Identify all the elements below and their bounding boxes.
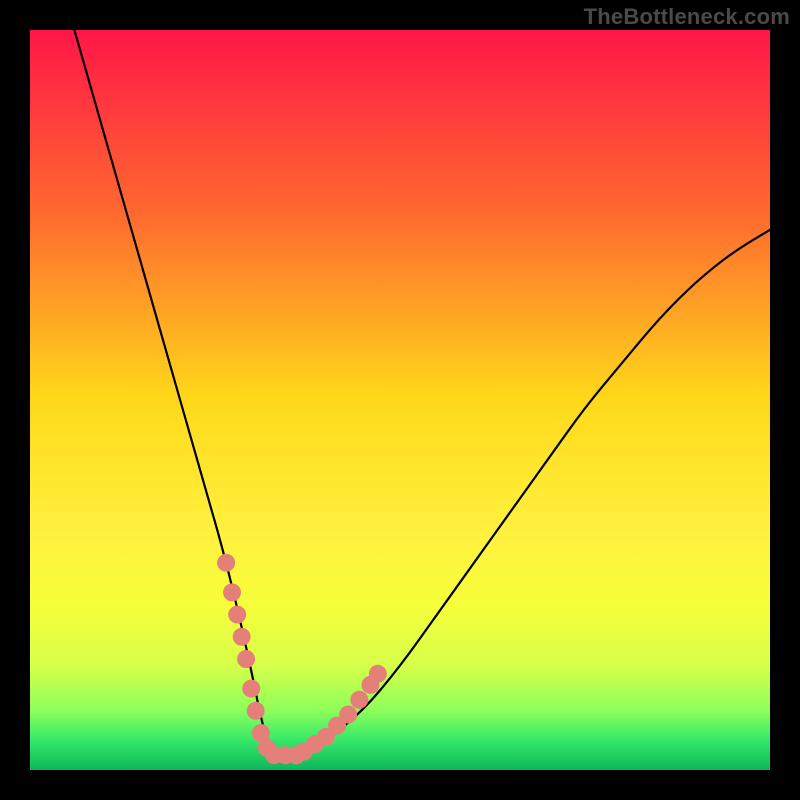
- highlight-dot: [242, 680, 260, 698]
- highlight-dot: [217, 554, 235, 572]
- highlight-dot: [223, 583, 241, 601]
- highlight-dot: [237, 650, 255, 668]
- highlight-dot: [233, 628, 251, 646]
- gradient-background: [30, 30, 770, 770]
- highlight-dot: [247, 702, 265, 720]
- chart-frame: TheBottleneck.com: [0, 0, 800, 800]
- highlight-dot: [228, 606, 246, 624]
- highlight-dot: [369, 665, 387, 683]
- highlight-dot: [339, 706, 357, 724]
- chart-svg: [30, 30, 770, 770]
- highlight-dot: [350, 691, 368, 709]
- watermark-text: TheBottleneck.com: [584, 4, 790, 30]
- plot-area: [30, 30, 770, 770]
